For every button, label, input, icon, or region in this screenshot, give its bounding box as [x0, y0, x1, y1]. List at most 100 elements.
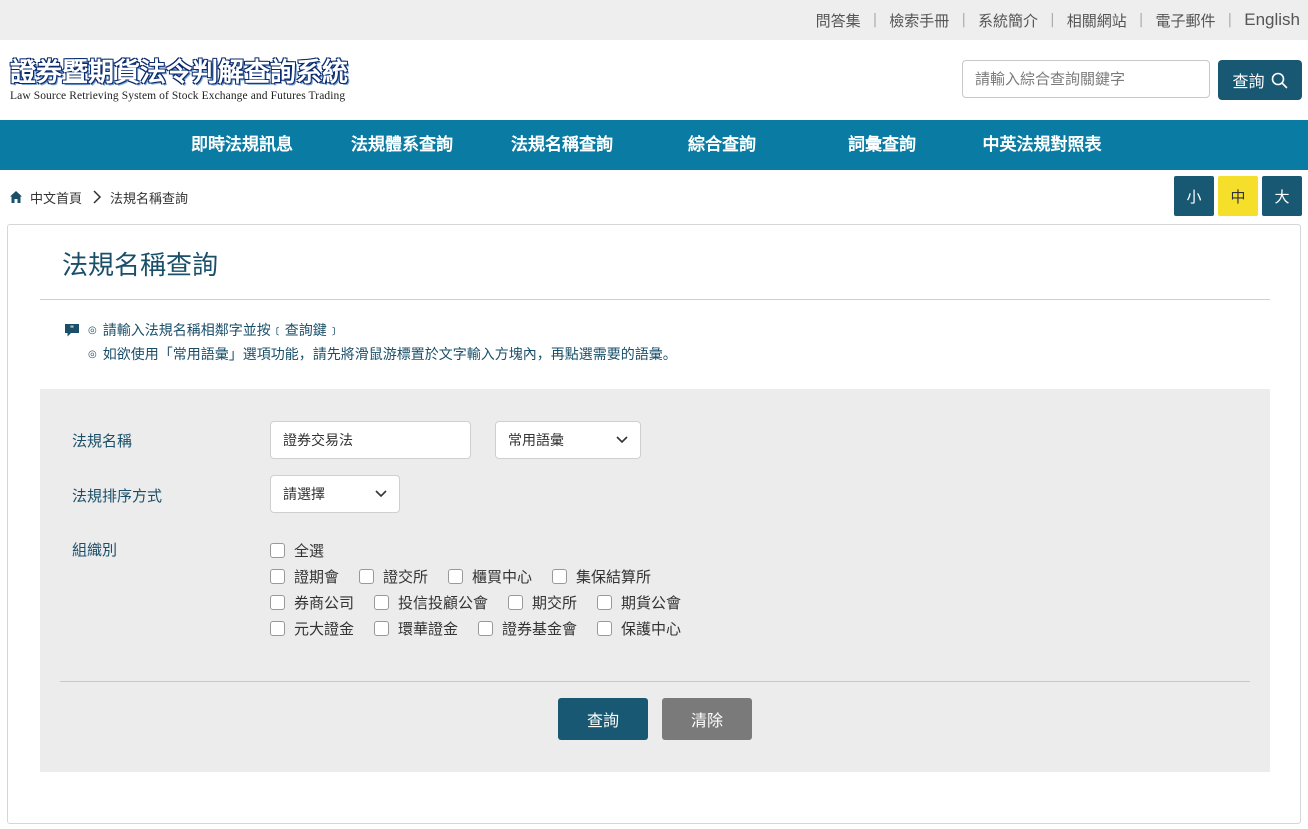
note-text: 如欲使用「常用語彙」選項功能，請先將滑鼠游標置於文字輸入方塊內，再點選需要的語彙… [102, 347, 677, 363]
sort-select[interactable]: 請選擇 [270, 475, 400, 513]
checkbox[interactable] [597, 621, 613, 636]
link-english[interactable]: English [1244, 10, 1300, 30]
checkbox[interactable] [478, 621, 494, 636]
font-size-large-button[interactable]: 大 [1262, 176, 1302, 216]
checkbox-label: 證交所 [383, 568, 429, 586]
law-name-input[interactable]: 證券交易法 [270, 421, 471, 459]
link-about[interactable]: 系統簡介 [978, 10, 1038, 31]
vocab-select-value: 常用語彙 [508, 433, 564, 449]
checkbox-label: 證期會 [294, 568, 340, 586]
org-checkbox[interactable]: 證券基金會 [478, 618, 577, 639]
form-divider [60, 681, 1250, 682]
search-icon [1271, 72, 1287, 88]
nav-name-query[interactable]: 法規名稱查詢 [502, 120, 622, 170]
org-label: 組織別 [72, 541, 118, 559]
link-email[interactable]: 電子郵件 [1156, 10, 1216, 31]
nav-bilingual-table[interactable]: 中英法規對照表 [970, 120, 1114, 170]
law-name-label: 法規名稱 [72, 432, 133, 450]
checkbox[interactable] [552, 569, 568, 584]
org-checkbox-all[interactable]: 全選 [270, 540, 324, 561]
org-checkbox[interactable]: 證交所 [359, 566, 428, 587]
page-title: 法規名稱查詢 [62, 251, 219, 281]
site-header: 證券暨期貨法令判解查詢系統 Law Source Retrieving Syst… [0, 40, 1308, 120]
clear-button[interactable]: 清除 [662, 698, 752, 740]
search-button-label: 查詢 [1232, 72, 1265, 91]
logo-title-en: Law Source Retrieving System of Stock Ex… [10, 90, 346, 102]
divider: | [1138, 12, 1144, 28]
top-utility-bar: 問答集 | 檢索手冊 | 系統簡介 | 相關網站 | 電子郵件 | Englis… [0, 0, 1308, 40]
checkbox[interactable] [597, 595, 613, 610]
instruction-notes: " ◎ 請輸入法規名稱相鄰字並按﹝查詢鍵﹞ ◎ 如欲使用「常用語彙」選項功能，請… [64, 319, 677, 367]
divider: | [872, 12, 878, 28]
chevron-down-icon [375, 490, 387, 498]
checkbox-label: 證券基金會 [502, 620, 578, 638]
org-row: 元大證金 環華證金 證券基金會 保護中心 [270, 618, 701, 639]
divider: | [1050, 12, 1055, 28]
note-text: 請輸入法規名稱相鄰字並按﹝查詢鍵﹞ [102, 323, 341, 339]
checkbox-label: 環華證金 [398, 620, 459, 638]
org-checkbox[interactable]: 期交所 [508, 592, 577, 613]
org-checkbox[interactable]: 保護中心 [597, 618, 681, 639]
search-form: 法規名稱 證券交易法 常用語彙 法規排序方式 請選擇 組織別 全選 證期會 證交… [40, 389, 1270, 772]
link-manual[interactable]: 檢索手冊 [889, 10, 949, 31]
sort-select-value: 請選擇 [283, 487, 325, 503]
nav-system-query[interactable]: 法規體系查詢 [342, 120, 462, 170]
checkbox-label: 期交所 [532, 594, 578, 612]
checkbox-label: 期貨公會 [621, 594, 682, 612]
divider: | [961, 12, 967, 28]
checkbox[interactable] [374, 595, 390, 610]
title-divider [40, 299, 1270, 300]
org-row: 券商公司 投信投顧公會 期交所 期貨公會 [270, 592, 701, 613]
keyword-search-input[interactable] [962, 60, 1210, 98]
note-line: ◎ 如欲使用「常用語彙」選項功能，請先將滑鼠游標置於文字輸入方塊內，再點選需要的… [64, 343, 677, 367]
logo-title-zh: 證券暨期貨法令判解查詢系統 [10, 58, 349, 88]
checkbox[interactable] [270, 569, 285, 584]
svg-text:": " [70, 325, 74, 334]
font-size-small-button[interactable]: 小 [1174, 176, 1214, 216]
org-checkbox[interactable]: 投信投顧公會 [374, 592, 488, 613]
breadcrumb-home[interactable]: 中文首頁 [30, 188, 82, 207]
org-checkbox[interactable]: 券商公司 [270, 592, 354, 613]
checkbox-label: 集保結算所 [576, 568, 652, 586]
bullet-icon: ◎ [88, 349, 97, 360]
org-checkbox[interactable]: 證期會 [270, 566, 339, 587]
org-checkbox[interactable]: 櫃買中心 [448, 566, 532, 587]
checkbox-label: 全選 [294, 542, 325, 560]
checkbox-label: 保護中心 [621, 620, 682, 638]
query-button[interactable]: 查詢 [558, 698, 648, 740]
keyword-search-button[interactable]: 查詢 [1218, 60, 1302, 100]
org-checkbox[interactable]: 期貨公會 [597, 592, 681, 613]
chevron-down-icon [616, 436, 628, 444]
nav-vocab-query[interactable]: 詞彙查詢 [832, 120, 932, 170]
chevron-right-icon [93, 190, 102, 204]
font-size-medium-button[interactable]: 中 [1218, 176, 1258, 216]
site-logo[interactable]: 證券暨期貨法令判解查詢系統 Law Source Retrieving Syst… [10, 58, 348, 102]
checkbox-label: 櫃買中心 [472, 568, 533, 586]
checkbox-label: 投信投顧公會 [398, 594, 489, 612]
main-nav: 即時法規訊息 法規體系查詢 法規名稱查詢 綜合查詢 詞彙查詢 中英法規對照表 [0, 120, 1308, 170]
note-line: ◎ 請輸入法規名稱相鄰字並按﹝查詢鍵﹞ [64, 319, 677, 343]
top-links: 問答集 | 檢索手冊 | 系統簡介 | 相關網站 | 電子郵件 | Englis… [816, 0, 1300, 40]
comment-icon: " [65, 324, 79, 337]
breadcrumb: 中文首頁 法規名稱查詢 [9, 186, 188, 208]
link-related-sites[interactable]: 相關網站 [1067, 10, 1127, 31]
checkbox[interactable] [448, 569, 464, 584]
checkbox[interactable] [270, 543, 285, 558]
org-checkbox[interactable]: 集保結算所 [552, 566, 651, 587]
checkbox[interactable] [359, 569, 375, 584]
content-panel: 法規名稱查詢 " ◎ 請輸入法規名稱相鄰字並按﹝查詢鍵﹞ ◎ 如欲使用「常用語彙… [7, 224, 1301, 824]
home-icon [10, 191, 22, 203]
checkbox-label: 元大證金 [294, 620, 355, 638]
vocab-select[interactable]: 常用語彙 [495, 421, 641, 459]
sort-label: 法規排序方式 [72, 487, 163, 505]
checkbox[interactable] [508, 595, 524, 610]
org-checkbox[interactable]: 環華證金 [374, 618, 458, 639]
org-row: 全選 [270, 540, 344, 561]
nav-general-query[interactable]: 綜合查詢 [672, 120, 772, 170]
org-checkbox[interactable]: 元大證金 [270, 618, 354, 639]
link-faq[interactable]: 問答集 [816, 10, 861, 31]
checkbox[interactable] [374, 621, 390, 636]
checkbox[interactable] [270, 595, 285, 610]
checkbox[interactable] [270, 621, 285, 636]
nav-realtime-news[interactable]: 即時法規訊息 [182, 120, 302, 170]
